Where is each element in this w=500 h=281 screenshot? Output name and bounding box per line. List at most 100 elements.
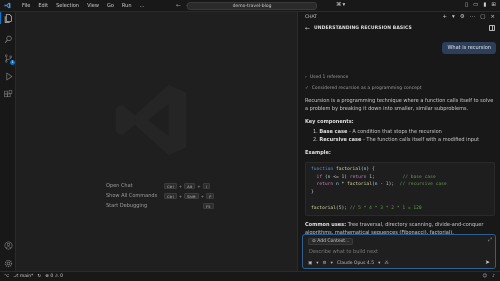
search-icon[interactable] xyxy=(3,34,13,44)
chat-header: CHAT + ▾ ⚙ ⋯ ▢ × xyxy=(298,12,500,22)
notifications-bell-icon[interactable]: ♪ xyxy=(492,274,495,279)
key-plus: + xyxy=(178,193,183,199)
back-arrow-icon[interactable]: ← xyxy=(176,2,181,9)
back-arrow-icon[interactable]: ← xyxy=(305,25,310,32)
warning-count: 0 xyxy=(60,274,63,279)
accounts-icon[interactable] xyxy=(3,240,13,250)
menu-edit[interactable]: Edit xyxy=(34,3,52,9)
active-indicator xyxy=(0,12,1,24)
add-context-label: Add Context... xyxy=(317,239,350,244)
status-right: ☺ ♪ xyxy=(482,274,495,279)
shortcut-label: Show All Commands xyxy=(106,193,158,199)
used-references-text: Used 1 reference xyxy=(309,75,349,80)
command-center-search[interactable]: demo-travel-blog xyxy=(187,2,317,10)
chevron-down-icon[interactable]: ▾ xyxy=(316,261,318,266)
tools-icon[interactable]: ⚙ xyxy=(323,261,327,266)
used-references-toggle[interactable]: › Used 1 reference xyxy=(305,74,495,81)
user-message-bubble: What is recursion xyxy=(442,42,496,54)
key-plus: + xyxy=(197,183,201,189)
shortcut-row: Start Debugging F5 xyxy=(106,201,214,211)
key-cap: Alt xyxy=(184,183,196,189)
more-actions-icon[interactable]: ⋯ xyxy=(470,14,476,20)
maximize-icon[interactable]: ▢ xyxy=(480,14,485,20)
agent-mode-icon[interactable]: ▣ xyxy=(308,261,312,266)
run-debug-icon[interactable] xyxy=(3,71,13,81)
menu-file[interactable]: File xyxy=(18,3,34,9)
split-panel-icon[interactable] xyxy=(489,25,495,31)
chevron-down-icon[interactable]: ▾ xyxy=(378,261,380,266)
close-icon[interactable]: × xyxy=(490,14,495,20)
example-heading: Example: xyxy=(305,150,331,156)
chat-input-toolbar: ▣ ▾ ⚙ ▾ Claude Opus 4.5 ▾ ⁂ xyxy=(308,261,389,266)
warning-icon: ⚠ xyxy=(54,274,59,279)
branch-icon: ⎇ xyxy=(13,274,19,279)
key-cap: I xyxy=(202,183,210,189)
menu-view[interactable]: View xyxy=(83,3,103,9)
menu-bar: File Edit Selection View Go Run … xyxy=(18,3,149,9)
considered-text: Considered recursion as a programming co… xyxy=(311,86,422,91)
common-uses-label: Common uses: xyxy=(305,222,347,229)
expand-input-icon[interactable]: ⤢ xyxy=(488,237,492,243)
chevron-down-icon[interactable]: ▾ xyxy=(331,261,333,266)
key-cap: Shift xyxy=(184,193,199,199)
configure-tools-icon[interactable]: ⁂ xyxy=(384,261,389,266)
code-line: function factorial(n) { xyxy=(311,167,375,172)
error-icon: ⊗ xyxy=(45,274,49,279)
key-cap: P xyxy=(206,193,215,199)
title-bar: File Edit Selection View Go Run … ← → de… xyxy=(0,0,500,12)
editor-area[interactable]: Open Chat Ctrl + Alt + I Show All Comman… xyxy=(16,12,297,271)
new-chat-plus-icon[interactable]: + xyxy=(442,14,447,20)
problems-indicator[interactable]: ⊗ 0 ⚠ 0 xyxy=(45,274,63,279)
status-bar: ⌥ ⎇ main* ↻ ⊗ 0 ⚠ 0 ☺ ♪ xyxy=(0,271,500,281)
chat-input-placeholder[interactable]: Describe what to build next xyxy=(309,249,378,255)
chevron-down-icon: ▾ xyxy=(342,2,346,8)
toggle-panel-icon[interactable]: ▭ xyxy=(473,2,478,8)
list-item: 1. Base case - A condition that stops th… xyxy=(313,129,495,137)
copilot-icon: ⌘ xyxy=(336,2,342,8)
shortcut-hints: Open Chat Ctrl + Alt + I Show All Comman… xyxy=(106,181,215,211)
toggle-sidebar-icon[interactable]: ▯ xyxy=(465,2,468,8)
code-line: if (n <= 1) return 1; // base case xyxy=(316,174,436,180)
source-control-icon[interactable]: 1 xyxy=(3,53,15,65)
chat-input-box[interactable]: ⊘ Add Context... ⤢ Describe what to buil… xyxy=(302,234,496,269)
chat-session-title: UNDERSTANDING RECURSION BASICS xyxy=(314,25,412,31)
toggle-secondary-sidebar-icon[interactable]: ▮ xyxy=(483,2,486,8)
status-left: ⌥ ⎇ main* ↻ ⊗ 0 ⚠ 0 xyxy=(0,274,63,279)
chat-header-actions: + ▾ ⚙ ⋯ ▢ × xyxy=(442,14,495,20)
chat-session-bar: ← UNDERSTANDING RECURSION BASICS xyxy=(298,22,500,34)
error-count: 0 xyxy=(50,274,54,279)
list-item: 2. Recursive case - The function calls i… xyxy=(313,137,495,145)
customize-layout-icon[interactable]: ⊞ xyxy=(491,2,496,8)
code-line: return n * factorial(n - 1); // recursiv… xyxy=(316,182,447,188)
manage-gear-icon[interactable] xyxy=(3,258,13,268)
vscode-logo-icon xyxy=(4,2,11,9)
chat-header-label: CHAT xyxy=(305,14,318,20)
model-picker[interactable]: Claude Opus 4.5 xyxy=(337,261,374,266)
code-block[interactable]: function factorial(n) { if (n <= 1) retu… xyxy=(305,162,495,217)
copilot-button[interactable]: ⌘ ▾ xyxy=(336,2,345,8)
check-icon: ✓ xyxy=(305,86,309,91)
remote-icon[interactable]: ⌥ xyxy=(4,274,9,279)
copilot-status-icon[interactable]: ☺ xyxy=(482,274,487,279)
code-line: factorial(5); // 5 * 4 * 3 * 2 * 1 = 120 xyxy=(311,205,422,211)
shortcut-row: Show All Commands Ctrl + Shift + P xyxy=(106,191,215,201)
extensions-icon[interactable] xyxy=(3,89,13,99)
branch-indicator[interactable]: ⎇ main* xyxy=(13,274,33,279)
explorer-icon[interactable] xyxy=(3,13,13,23)
key-cap: Ctrl xyxy=(164,193,177,199)
menu-more[interactable]: … xyxy=(136,3,149,9)
key-components-heading: Key components: xyxy=(305,119,354,125)
paperclip-icon: ⊘ xyxy=(312,239,316,244)
send-icon[interactable]: ➤ xyxy=(485,259,490,266)
menu-run[interactable]: Run xyxy=(118,3,136,9)
shortcut-row: Open Chat Ctrl + Alt + I xyxy=(106,181,214,191)
menu-go[interactable]: Go xyxy=(103,3,118,9)
sync-icon[interactable]: ↻ xyxy=(37,274,41,279)
menu-selection[interactable]: Selection xyxy=(52,3,83,9)
settings-gear-icon[interactable]: ⚙ xyxy=(460,14,465,20)
add-context-button[interactable]: ⊘ Add Context... xyxy=(308,238,354,245)
chevron-down-icon[interactable]: ▾ xyxy=(452,14,455,20)
key-cap: F5 xyxy=(203,203,214,209)
branch-name: main* xyxy=(19,274,34,279)
chat-panel: CHAT + ▾ ⚙ ⋯ ▢ × ← UNDERSTANDING RECURSI… xyxy=(297,12,500,271)
